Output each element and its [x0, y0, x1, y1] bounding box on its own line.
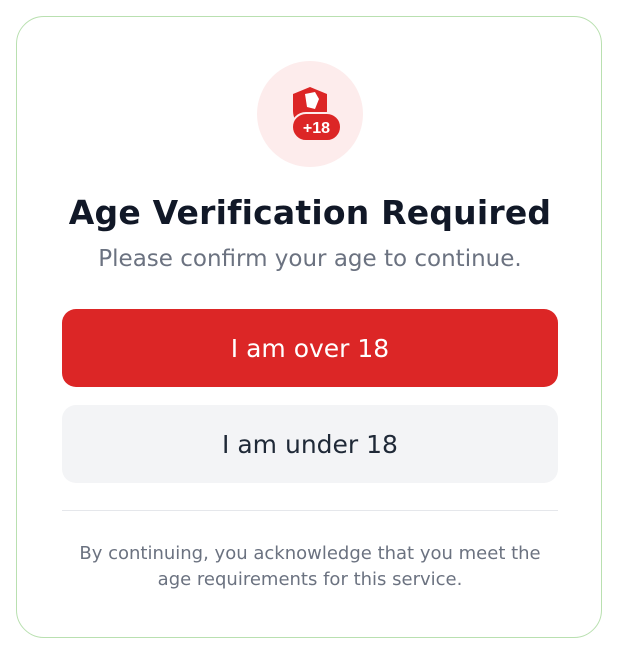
shield-age-icon: +18: [291, 87, 342, 142]
under-18-button[interactable]: I am under 18: [62, 405, 558, 483]
disclaimer-text: By continuing, you acknowledge that you …: [62, 541, 558, 593]
dialog-subtitle: Please confirm your age to continue.: [98, 246, 522, 272]
age-icon-circle: +18: [257, 61, 363, 167]
over-18-button[interactable]: I am over 18: [62, 309, 558, 387]
disclaimer-line-1: By continuing, you acknowledge that you …: [79, 543, 541, 564]
dialog-title: Age Verification Required: [68, 193, 552, 232]
age-badge-text: +18: [303, 120, 330, 137]
disclaimer-line-2: age requirements for this service.: [157, 569, 463, 590]
divider: [62, 510, 558, 511]
